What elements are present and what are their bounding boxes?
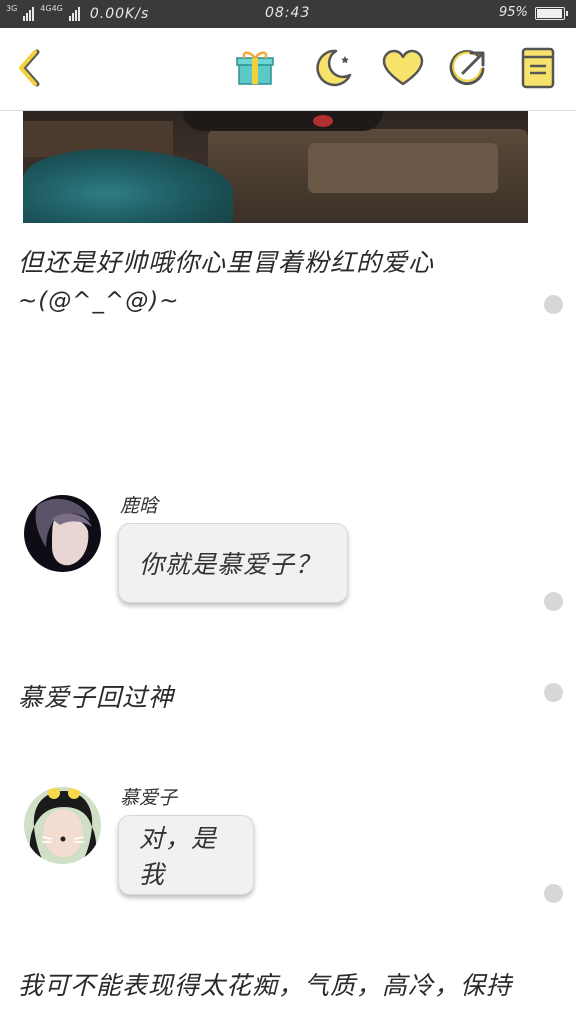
narration-text: 慕爱子回过神 — [18, 683, 175, 712]
gift-button[interactable] — [233, 46, 277, 90]
battery-percent: 95% — [499, 5, 528, 20]
book-icon — [521, 47, 555, 89]
share-button[interactable] — [446, 46, 490, 90]
network-type-dual: 4G4G — [40, 4, 63, 13]
moon-icon — [316, 49, 352, 87]
night-mode-button[interactable] — [311, 46, 355, 90]
comment-dot[interactable] — [544, 592, 563, 611]
comment-dot[interactable] — [544, 884, 563, 903]
narration-text: 但还是好帅哦你心里冒着粉红的爱心 — [18, 248, 435, 277]
status-bar: 3G 4G4G 0.00K/s 08:43 95% — [0, 0, 576, 28]
speaker-name: 慕爱子 — [120, 787, 178, 809]
heart-icon — [382, 49, 424, 86]
clock: 08:43 — [265, 5, 311, 21]
narration-emoticon: ~(@^_^@)~ — [18, 288, 180, 314]
narration-text: 我可不能表现得太花痴，气质，高冷，保持 — [18, 971, 513, 1000]
signal-area: 3G 4G4G 0.00K/s — [6, 4, 150, 23]
comment-dot[interactable] — [544, 295, 563, 314]
avatar-luhan[interactable] — [24, 495, 101, 572]
back-button[interactable] — [8, 46, 52, 90]
dialogue-bubble: 你就是慕爱子？ — [118, 523, 348, 603]
signal-bars-icon — [23, 5, 35, 21]
share-icon — [449, 50, 485, 86]
gift-icon — [236, 51, 274, 85]
network-type-small: 3G — [6, 4, 18, 13]
dialogue-bubble: 对，是我 — [118, 815, 254, 895]
comment-dot[interactable] — [544, 683, 563, 702]
back-chevron-icon — [19, 49, 40, 87]
network-speed: 0.00K/s — [89, 6, 150, 22]
catalog-button[interactable] — [516, 46, 560, 90]
story-illustration — [23, 111, 528, 223]
reader-toolbar — [0, 28, 576, 111]
favorite-button[interactable] — [381, 46, 425, 90]
story-content[interactable]: 但还是好帅哦你心里冒着粉红的爱心 ~(@^_^@)~ 鹿晗 你就是慕爱子？ 慕爱… — [0, 111, 576, 1024]
avatar-muaizi[interactable] — [24, 787, 101, 864]
speaker-name: 鹿晗 — [120, 495, 159, 517]
signal-bars-icon-2 — [68, 5, 80, 21]
battery-icon — [535, 7, 568, 20]
